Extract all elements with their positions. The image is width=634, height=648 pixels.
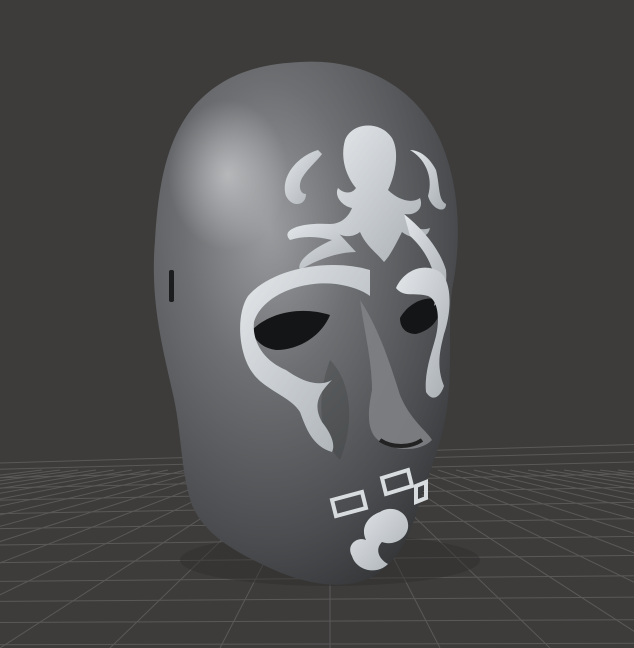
viewport-canvas[interactable] [0, 0, 634, 648]
grid-line [0, 642, 634, 646]
grid-line [491, 469, 634, 502]
grid-line [0, 469, 133, 494]
grid-line [581, 469, 634, 478]
grid-line [617, 469, 634, 473]
grid-line [0, 619, 634, 623]
grid-line [455, 469, 634, 520]
grid-line [563, 469, 634, 481]
grid-line [0, 469, 115, 489]
mask-model[interactable] [153, 61, 458, 585]
grid-line [0, 596, 634, 602]
grid-line [0, 469, 43, 476]
side-strap-slot [169, 270, 174, 302]
grid-line [545, 469, 634, 485]
3d-viewport[interactable] [0, 0, 634, 648]
forehead-highlight [168, 100, 288, 250]
